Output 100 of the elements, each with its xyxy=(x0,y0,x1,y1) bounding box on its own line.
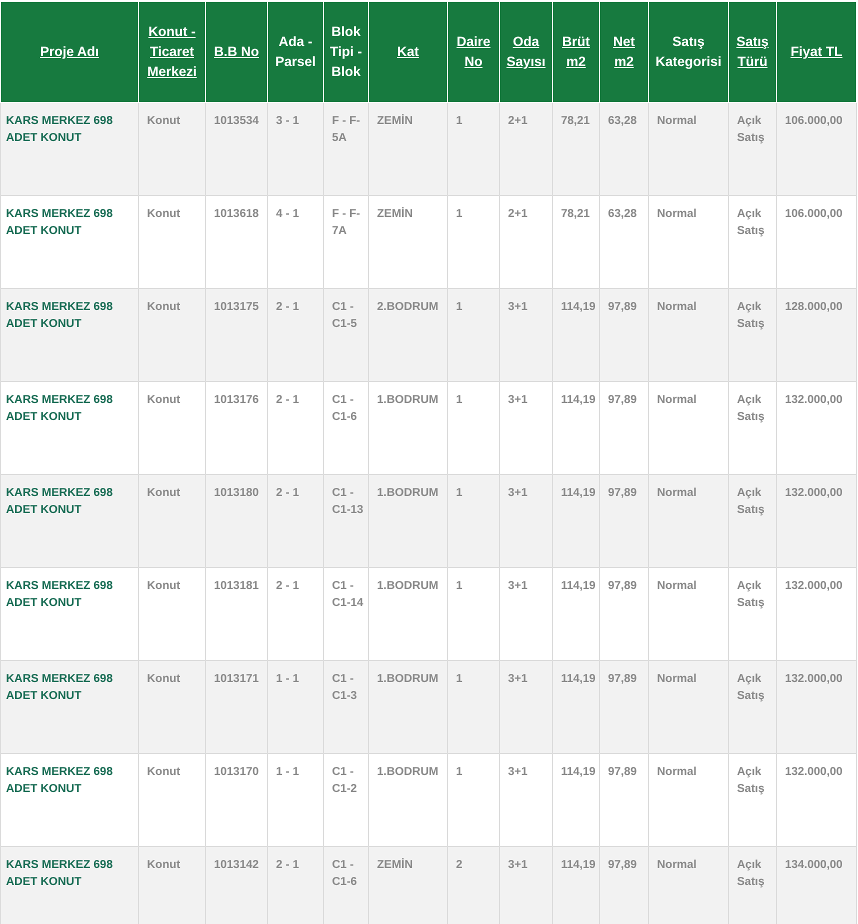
table-cell: Konut xyxy=(147,115,180,127)
table-cell: 114,19 xyxy=(561,673,596,685)
table-cell: F - F-5A xyxy=(332,115,360,144)
table-cell: 132.000,00 xyxy=(785,394,843,406)
table-cell: C1 - C1-5 xyxy=(332,301,357,330)
table-cell: Normal xyxy=(657,115,697,127)
table-cell: 78,21 xyxy=(561,208,590,220)
table-cell: 1 xyxy=(456,487,462,499)
table-cell: 3 - 1 xyxy=(276,115,300,127)
table-cell: 78,21 xyxy=(561,115,590,127)
table-cell: Açık Satış xyxy=(737,673,764,702)
table-cell: Normal xyxy=(657,859,697,871)
project-name: KARS MERKEZ 698 ADET KONUT xyxy=(6,115,113,144)
table-cell: ZEMİN xyxy=(377,208,413,220)
table-cell: 114,19 xyxy=(561,580,596,592)
table-cell: 114,19 xyxy=(561,394,596,406)
table-cell: 1013171 xyxy=(214,673,259,685)
table-cell: Açık Satış xyxy=(737,766,764,795)
table-cell: 1 - 1 xyxy=(276,673,300,685)
table-cell: 1 xyxy=(456,766,462,778)
column-header: Blok Tipi - Blok xyxy=(329,23,363,81)
table-cell: 114,19 xyxy=(561,859,596,871)
table-cell: 1013181 xyxy=(214,580,259,592)
project-name: KARS MERKEZ 698 ADET KONUT xyxy=(6,673,113,702)
table-cell: Açık Satış xyxy=(737,580,764,609)
table-cell: C1 - C1-13 xyxy=(332,487,364,516)
table-cell: 1013175 xyxy=(214,301,259,313)
table-cell: 3+1 xyxy=(508,487,528,499)
sort-link[interactable]: Fiyat TL xyxy=(790,42,842,62)
table-cell: Konut xyxy=(147,580,180,592)
table-cell: Konut xyxy=(147,859,180,871)
sort-link[interactable]: B.B No xyxy=(214,42,259,62)
table-cell: 1.BODRUM xyxy=(377,487,438,499)
table-cell: 63,28 xyxy=(608,115,637,127)
table-cell: Normal xyxy=(657,301,697,313)
table-cell: Açık Satış xyxy=(737,394,764,423)
column-header: Satış Kategorisi xyxy=(654,33,723,71)
table-cell: Konut xyxy=(147,301,180,313)
table-cell: ZEMİN xyxy=(377,859,413,871)
table-cell: Konut xyxy=(147,208,180,220)
table-cell: 97,89 xyxy=(608,766,637,778)
table-cell: 132.000,00 xyxy=(785,673,843,685)
table-cell: ZEMİN xyxy=(377,115,413,127)
table-cell: 106.000,00 xyxy=(785,115,843,127)
column-header: Ada - Parsel xyxy=(274,33,317,71)
project-name: KARS MERKEZ 698 ADET KONUT xyxy=(6,580,113,609)
table-cell: 2+1 xyxy=(508,115,528,127)
table-cell: 1 xyxy=(456,301,462,313)
table-cell: 132.000,00 xyxy=(785,766,843,778)
table-cell: 97,89 xyxy=(608,673,637,685)
table-cell: 1013170 xyxy=(214,766,259,778)
table-cell: 2 xyxy=(456,859,462,871)
table-cell: 2 - 1 xyxy=(276,487,300,499)
table-cell: 2 - 1 xyxy=(276,301,300,313)
table-cell: Açık Satış xyxy=(737,115,764,144)
table-cell: 3+1 xyxy=(508,673,528,685)
table-cell: C1 - C1-14 xyxy=(332,580,364,609)
table-cell: C1 - C1-3 xyxy=(332,673,357,702)
table-cell: 2 - 1 xyxy=(276,394,300,406)
table-cell: Normal xyxy=(657,580,697,592)
project-name: KARS MERKEZ 698 ADET KONUT xyxy=(6,766,113,795)
table-cell: 97,89 xyxy=(608,487,637,499)
table-cell: 97,89 xyxy=(608,394,637,406)
table-cell: 1 - 1 xyxy=(276,766,300,778)
table-cell: 63,28 xyxy=(608,208,637,220)
project-name: KARS MERKEZ 698 ADET KONUT xyxy=(6,301,113,330)
table-cell: F - F-7A xyxy=(332,208,360,237)
table-cell: Konut xyxy=(147,673,180,685)
table-cell: 97,89 xyxy=(608,301,637,313)
table-cell: C1 - C1-6 xyxy=(332,859,357,888)
project-name: KARS MERKEZ 698 ADET KONUT xyxy=(6,859,113,888)
table-cell: Konut xyxy=(147,487,180,499)
table-cell: 1.BODRUM xyxy=(377,673,438,685)
table-cell: 3+1 xyxy=(508,301,528,313)
table-cell: 132.000,00 xyxy=(785,487,843,499)
table-cell: 106.000,00 xyxy=(785,208,843,220)
table-cell: Normal xyxy=(657,673,697,685)
table-cell: Normal xyxy=(657,766,697,778)
table-cell: 134.000,00 xyxy=(785,859,843,871)
table-cell: Açık Satış xyxy=(737,859,764,888)
table-cell: 132.000,00 xyxy=(785,580,843,592)
table-cell: 1013180 xyxy=(214,487,259,499)
table-cell: 1 xyxy=(456,115,462,127)
table-cell: 114,19 xyxy=(561,766,596,778)
table-cell: 3+1 xyxy=(508,394,528,406)
table-cell: 1 xyxy=(456,580,462,592)
table-cell: 1 xyxy=(456,208,462,220)
sort-link[interactable]: Kat xyxy=(397,42,419,62)
sort-link[interactable]: Proje Adı xyxy=(40,42,99,62)
table-cell: 2.BODRUM xyxy=(377,301,438,313)
table-cell: 1.BODRUM xyxy=(377,394,438,406)
table-cell: 1013176 xyxy=(214,394,259,406)
table-cell: 1 xyxy=(456,394,462,406)
table-cell: 2+1 xyxy=(508,208,528,220)
table-cell: Normal xyxy=(657,394,697,406)
table-cell: Açık Satış xyxy=(737,301,764,330)
table-cell: 97,89 xyxy=(608,580,637,592)
table-cell: C1 - C1-2 xyxy=(332,766,357,795)
table-cell: 1013142 xyxy=(214,859,259,871)
table-cell: 114,19 xyxy=(561,301,596,313)
